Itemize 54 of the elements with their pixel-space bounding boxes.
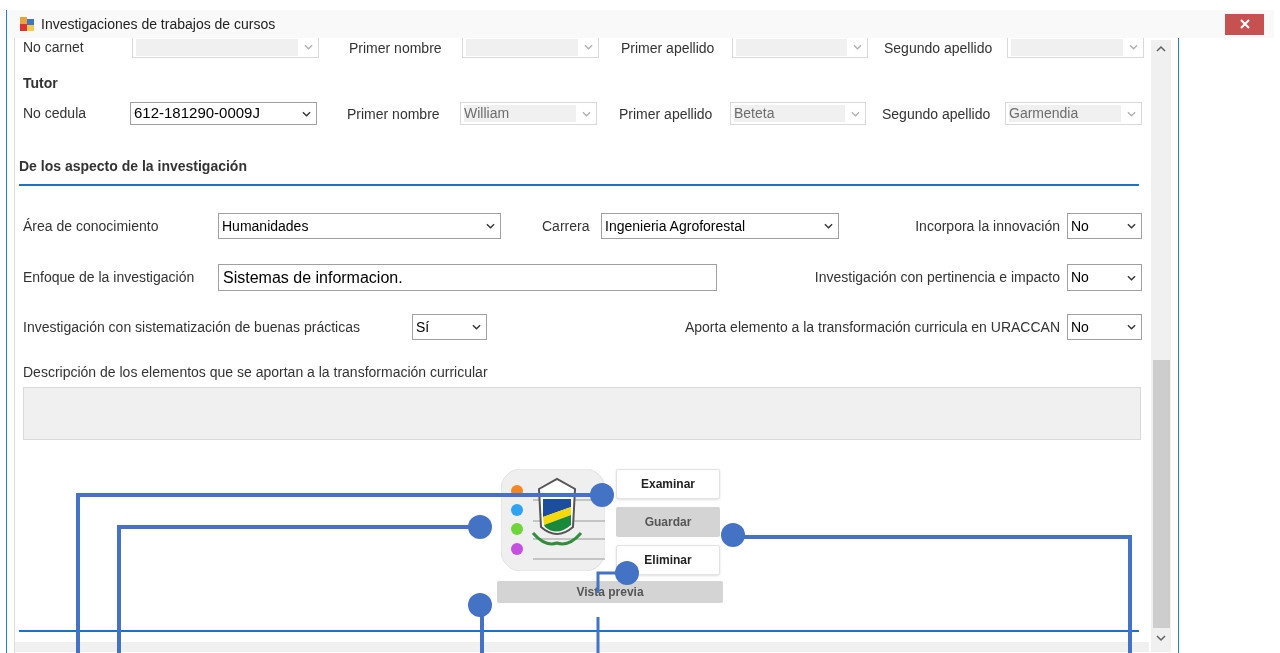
field-label: Investigación con sistematización de buenas prácticas <box>23 317 361 337</box>
chevron-icon <box>472 324 481 330</box>
preview-button[interactable]: Vista previa <box>497 581 723 603</box>
field-label: Aporta elemento a la transformación curricula en URACCAN <box>683 317 1061 337</box>
field-label: Incorpora la innovación <box>914 216 1061 236</box>
dropdown[interactable]: Humanidades <box>218 213 501 239</box>
action-button[interactable]: Eliminar <box>616 545 720 575</box>
dropdown[interactable]: Sí <box>412 314 487 340</box>
dropdown[interactable]: Ingenieria Agroforestal <box>601 213 839 239</box>
chevron-icon <box>851 110 860 117</box>
field-label: Primer apellido <box>621 38 716 58</box>
field-label: Segundo apellido <box>882 105 992 124</box>
field-label: Carrera <box>542 216 591 236</box>
chevron-icon <box>1127 324 1136 330</box>
field-label: Área de conocimiento <box>23 216 160 236</box>
chevron-icon <box>824 223 833 229</box>
field-label: No carnet <box>23 38 85 57</box>
field-label: Segundo apellido <box>884 38 994 58</box>
action-button[interactable]: Examinar <box>616 469 720 499</box>
chevron-icon <box>582 110 591 117</box>
dropdown[interactable]: No <box>1067 213 1142 239</box>
text-field[interactable]: Sistemas de informacion. <box>218 264 717 291</box>
dropdown[interactable]: 612-181290-0009J <box>130 102 317 125</box>
field-label: Enfoque de la investigación <box>23 268 196 287</box>
close-button[interactable] <box>1225 13 1264 35</box>
app-icon <box>19 16 35 32</box>
section-heading: De los aspecto de la investigación <box>19 156 248 176</box>
field-label: No cedula <box>22 104 88 123</box>
field-label: Primer nombre <box>349 38 443 58</box>
dropdown[interactable]: No <box>1067 314 1142 340</box>
chevron-icon <box>584 44 593 50</box>
close-icon <box>1239 19 1250 29</box>
chevron-icon <box>302 110 311 117</box>
chevron-icon <box>1129 44 1138 50</box>
chevron-icon <box>486 223 495 229</box>
field-label: Descripción de los elementos que se aportan a la transformación curricular <box>23 363 489 381</box>
section-heading: Tutor <box>23 73 59 93</box>
scrollbar[interactable] <box>1151 40 1171 652</box>
scroll-down-icon[interactable] <box>1156 634 1166 642</box>
chevron-icon <box>1127 274 1136 281</box>
horizontal-scrollbar[interactable] <box>15 642 1149 652</box>
field-label: Primer apellido <box>619 105 714 124</box>
chevron-icon <box>1127 110 1136 117</box>
description-field[interactable] <box>23 387 1141 440</box>
field-label: Primer nombre <box>347 105 441 124</box>
field-label: Investigación con pertinencia e impacto <box>813 268 1061 287</box>
chevron-icon <box>853 44 862 50</box>
window-title: Investigaciones de trabajos de cursos <box>41 14 276 34</box>
scroll-up-icon[interactable] <box>1156 45 1166 53</box>
dropdown[interactable]: No <box>1067 264 1142 291</box>
chevron-icon <box>304 44 313 50</box>
action-button[interactable]: Guardar <box>616 507 720 537</box>
chevron-icon <box>1127 223 1136 229</box>
scrollbar-thumb[interactable] <box>1152 360 1170 628</box>
